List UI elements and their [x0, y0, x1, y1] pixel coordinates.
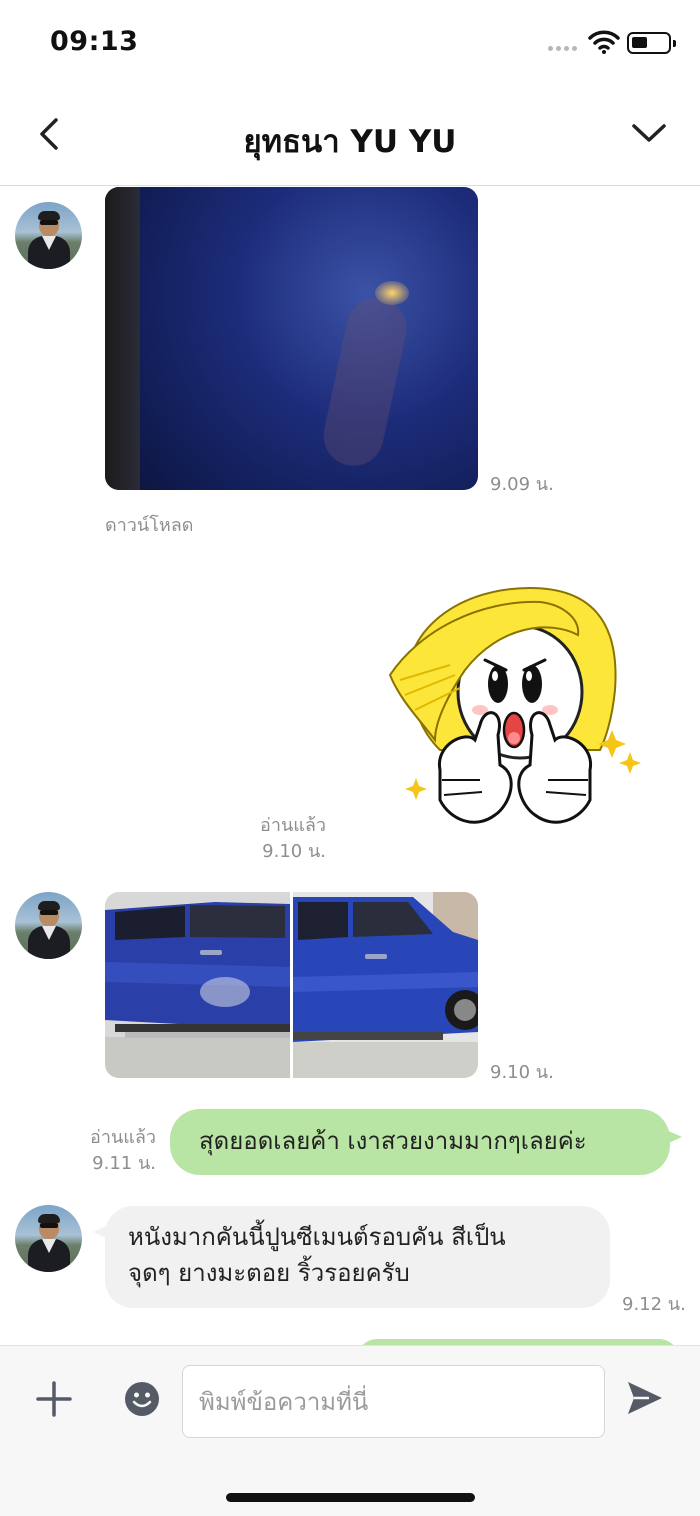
- emoji-icon[interactable]: [124, 1381, 160, 1417]
- message-photo[interactable]: [293, 892, 478, 1078]
- message-input[interactable]: [182, 1365, 605, 1438]
- send-icon[interactable]: [625, 1379, 665, 1417]
- message-photo[interactable]: [105, 187, 478, 490]
- chat-title[interactable]: ยุทธนา YU YU: [0, 116, 700, 166]
- message-time: 9.12 น.: [622, 1294, 686, 1315]
- download-link[interactable]: ดาวน์โหลด: [105, 510, 193, 539]
- avatar[interactable]: [15, 1205, 82, 1272]
- message-photo[interactable]: [105, 892, 290, 1078]
- incoming-message[interactable]: หนังมากคันนี้ปูนซีเมนต์รอบคัน สีเป็น จุด…: [93, 1206, 610, 1308]
- input-bar: [0, 1345, 700, 1516]
- home-indicator[interactable]: [226, 1493, 475, 1502]
- plus-icon[interactable]: [35, 1380, 73, 1418]
- battery-icon: [627, 32, 676, 54]
- message-time: 9.10 น.: [490, 1062, 554, 1083]
- avatar[interactable]: [15, 892, 82, 959]
- read-receipt: อ่านแล้ว 9.11 น.: [90, 1127, 156, 1174]
- chat-header: ยุทธนา YU YU: [0, 90, 700, 186]
- status-time: 09:13: [50, 26, 139, 57]
- chat-area[interactable]: 9.09 น. ดาวน์โหลด อ่านแล้ว 9.10 น. 9.10 …: [0, 187, 700, 1345]
- signal-icon: [548, 46, 577, 51]
- wifi-icon: [588, 30, 620, 54]
- outgoing-message[interactable]: สุดยอดเลยค้า เงาสวยงามมากๆเลยค่ะ: [170, 1109, 682, 1175]
- message-time: 9.09 น.: [490, 474, 554, 495]
- chevron-down-icon[interactable]: [628, 116, 670, 150]
- read-receipt: อ่านแล้ว 9.10 น.: [260, 815, 326, 862]
- avatar[interactable]: [15, 202, 82, 269]
- status-bar: 09:13: [0, 0, 700, 90]
- sticker-image[interactable]: [380, 580, 650, 855]
